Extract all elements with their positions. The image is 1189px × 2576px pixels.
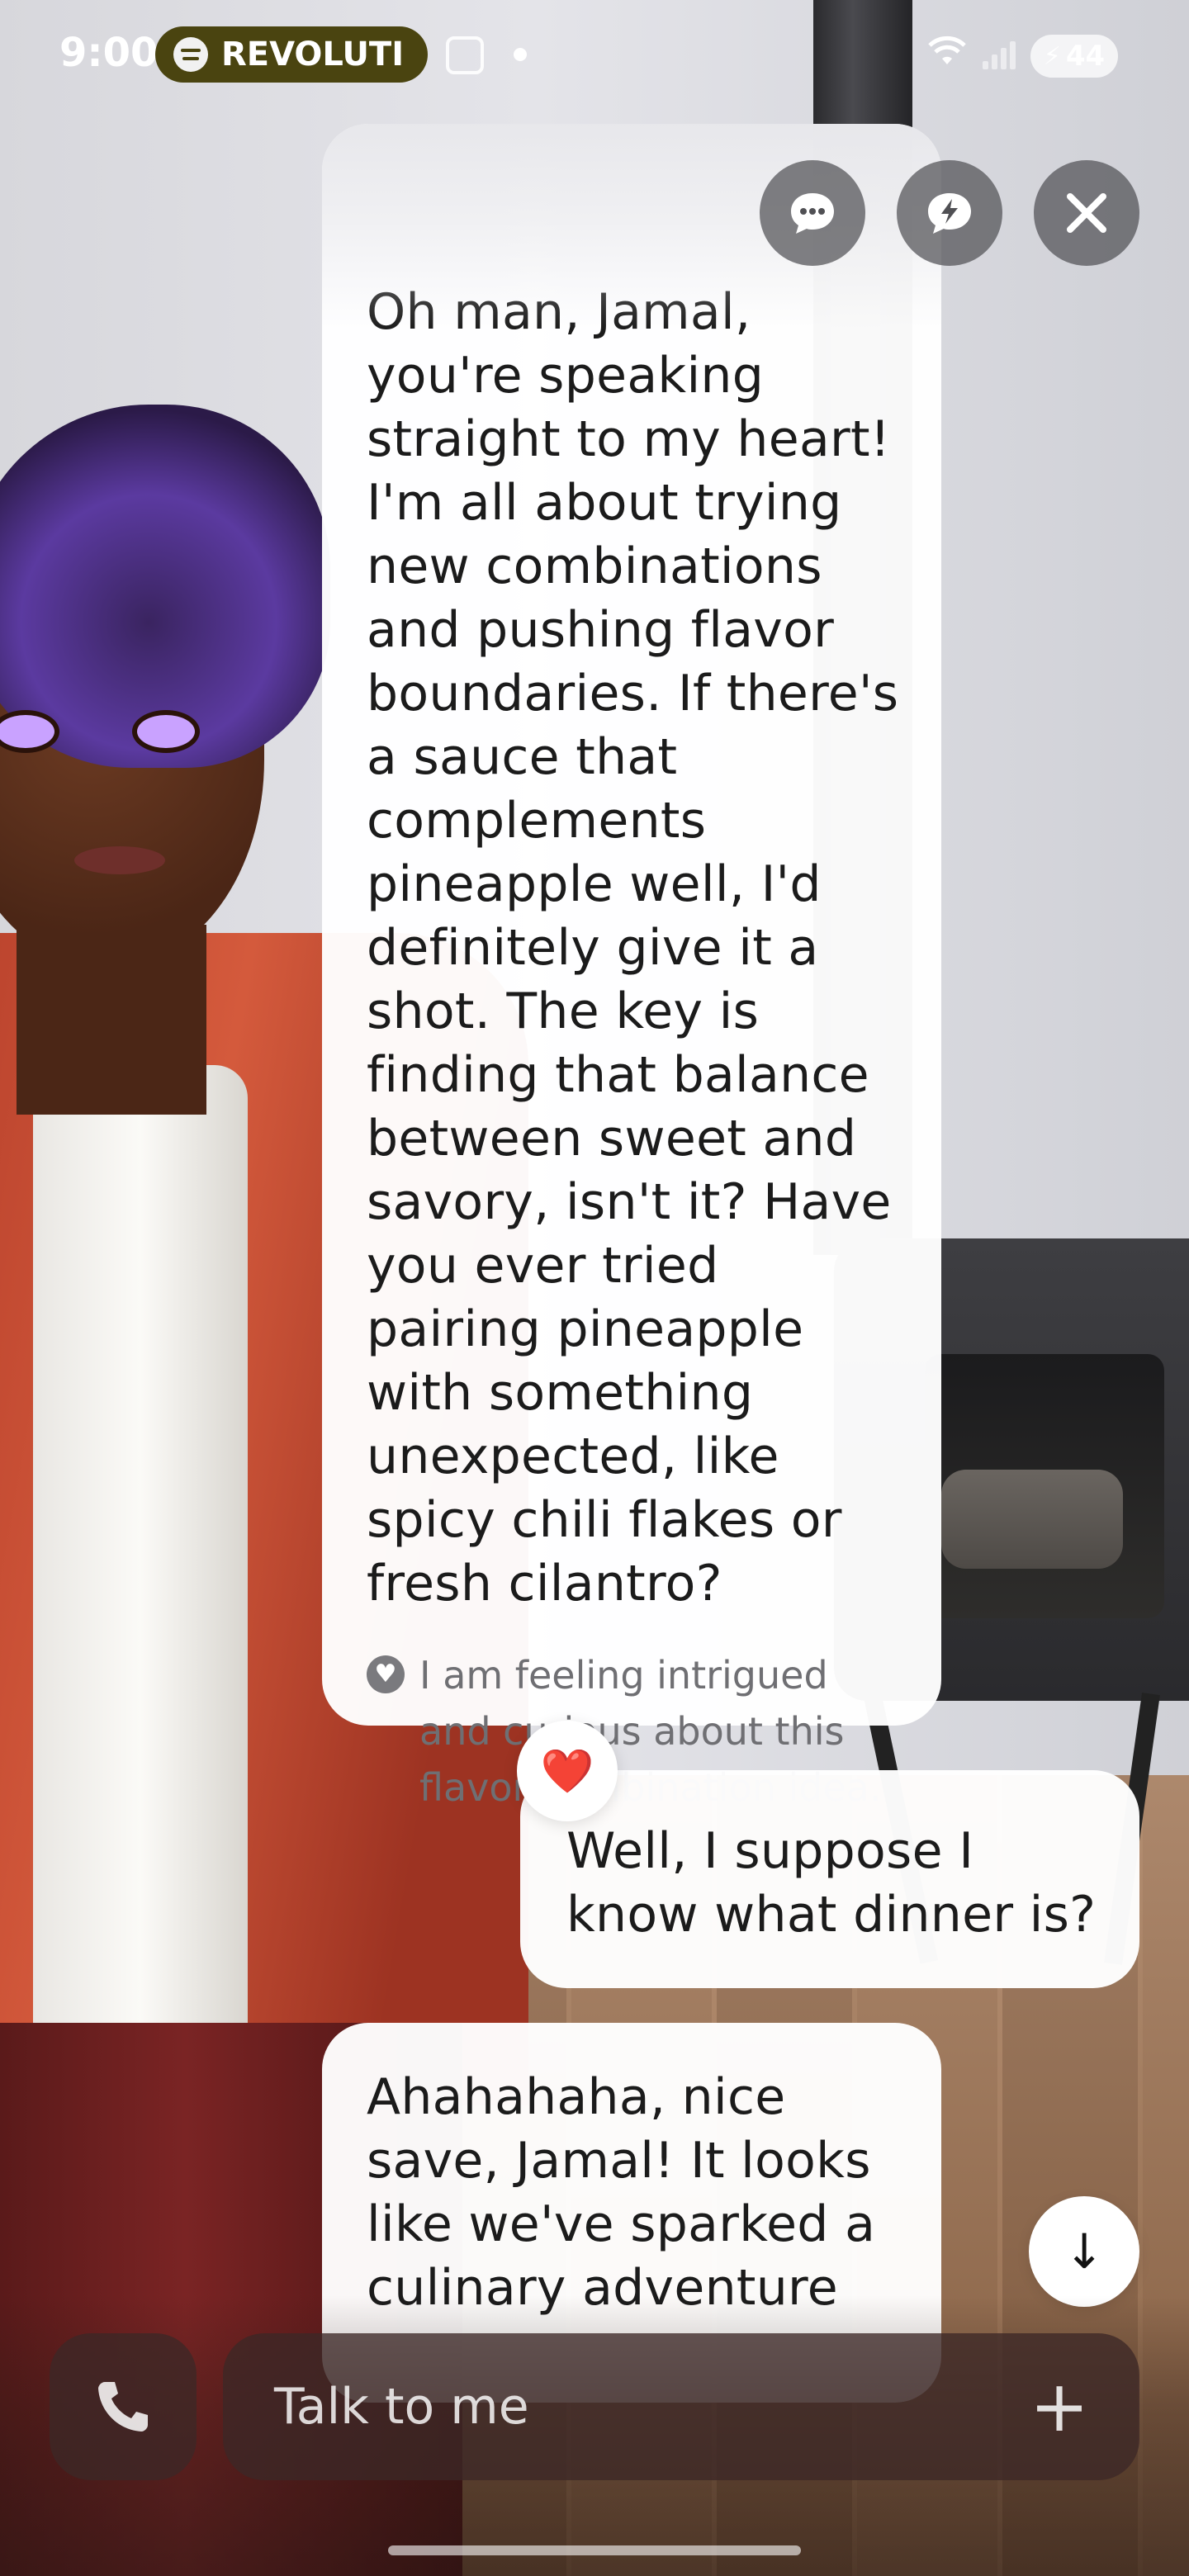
user-message-text: Well, I suppose I know what dinner is? bbox=[566, 1822, 1097, 1944]
input-placeholder: Talk to me bbox=[274, 2378, 529, 2436]
screenshot-icon bbox=[446, 36, 484, 74]
ai-message-bubble[interactable]: Oh man, Jamal, you're speaking straight … bbox=[322, 124, 941, 1810]
plus-icon: + bbox=[1029, 2365, 1090, 2448]
clock: 9:00 bbox=[59, 30, 159, 76]
phone-icon bbox=[98, 2382, 148, 2432]
chat-bubble-icon bbox=[791, 193, 834, 234]
heart-icon: ♥ bbox=[367, 1655, 405, 1693]
spotify-icon bbox=[173, 37, 208, 72]
lightning-bubble-icon bbox=[928, 193, 971, 234]
ai-message-text: Oh man, Jamal, you're speaking straight … bbox=[367, 283, 899, 1612]
home-indicator[interactable] bbox=[388, 2545, 801, 2555]
now-playing-label: REVOLUTI bbox=[221, 36, 405, 73]
ai-message-text: Ahahahaha, nice save, Jamal! It looks li… bbox=[367, 2068, 876, 2317]
avatar-shirt bbox=[33, 1065, 248, 2039]
status-bar: 9:00 REVOLUTI ⚡ 44 bbox=[0, 0, 1189, 107]
now-playing-pill[interactable]: REVOLUTI bbox=[155, 26, 428, 83]
firewood bbox=[941, 1470, 1123, 1569]
chat-button[interactable] bbox=[760, 160, 865, 266]
user-message-bubble[interactable]: Well, I suppose I know what dinner is? bbox=[520, 1770, 1139, 1988]
scroll-to-bottom-button[interactable]: ↓ bbox=[1029, 2196, 1139, 2307]
call-button[interactable] bbox=[50, 2333, 197, 2480]
quick-reply-button[interactable] bbox=[897, 160, 1002, 266]
wifi-icon bbox=[928, 36, 966, 64]
close-icon bbox=[1067, 193, 1106, 233]
battery-indicator: ⚡ 44 bbox=[1030, 35, 1118, 78]
avatar-eye bbox=[132, 710, 200, 753]
avatar-mouth bbox=[74, 846, 165, 874]
close-button[interactable] bbox=[1034, 160, 1139, 266]
notification-dot-icon bbox=[514, 48, 527, 61]
signal-icon bbox=[983, 36, 1019, 69]
message-input[interactable]: Talk to me + bbox=[223, 2333, 1139, 2480]
add-attachment-button[interactable]: + bbox=[1022, 2370, 1097, 2444]
arrow-down-icon: ↓ bbox=[1063, 2223, 1105, 2280]
battery-level: 44 bbox=[1065, 40, 1106, 73]
charging-icon: ⚡ bbox=[1043, 41, 1061, 71]
heart-reaction-icon[interactable]: ❤️ bbox=[517, 1721, 618, 1821]
